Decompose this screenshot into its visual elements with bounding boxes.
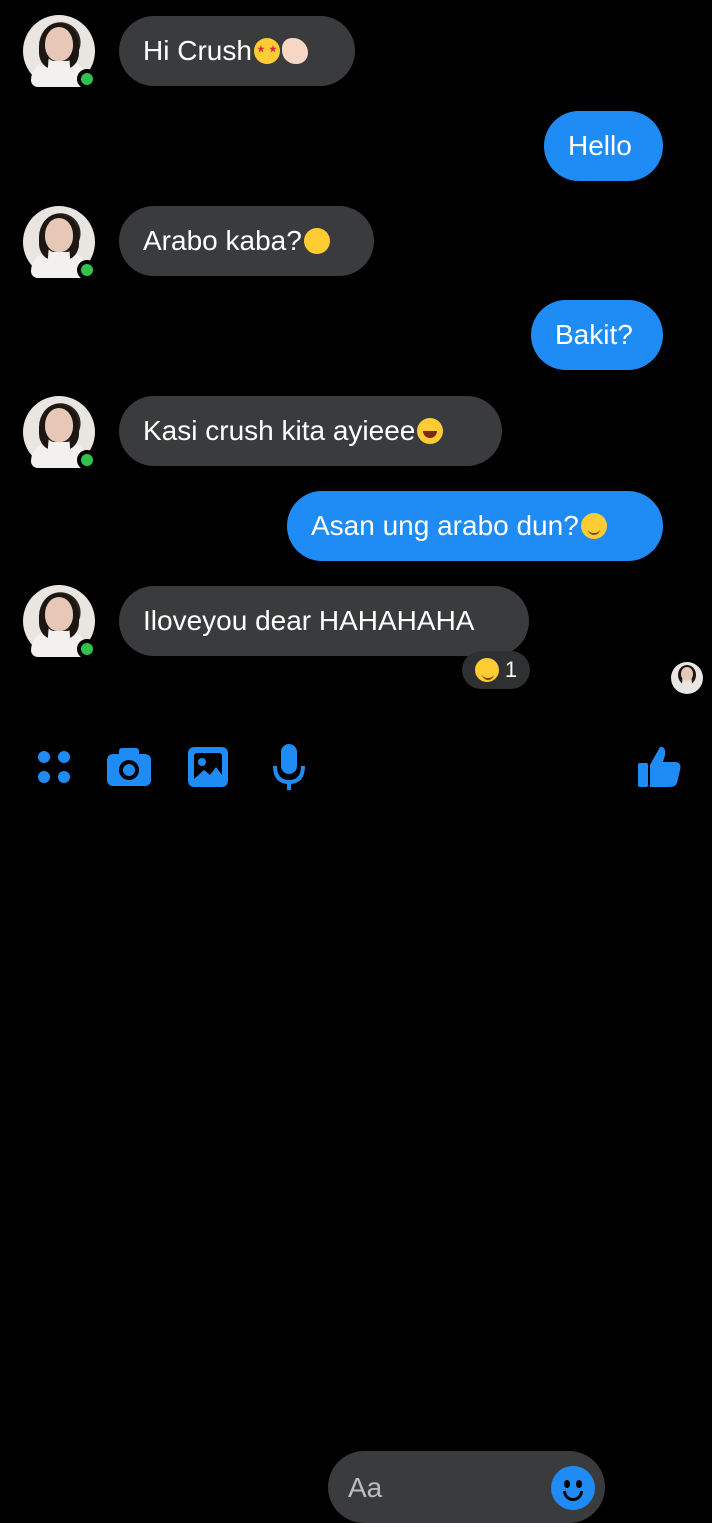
like-button[interactable] <box>635 742 685 792</box>
message-input[interactable] <box>346 1469 520 1507</box>
outgoing-message-bubble[interactable]: Bakit? <box>531 300 663 370</box>
smile-icon <box>563 1491 583 1501</box>
incoming-message-bubble[interactable]: Arabo kaba? <box>119 206 374 276</box>
incoming-message-bubble[interactable]: Hi Crush <box>119 16 355 86</box>
apps-icon <box>38 751 70 783</box>
incoming-message-bubble[interactable]: Kasi crush kita ayieee <box>119 396 502 466</box>
message-text: Hello <box>568 130 632 161</box>
online-status-dot <box>77 69 97 89</box>
online-status-dot <box>77 639 97 659</box>
message-text: Asan ung arabo dun? <box>311 510 579 541</box>
message-text: Arabo kaba? <box>143 225 302 256</box>
camera-icon <box>107 748 151 786</box>
microphone-icon <box>273 744 305 790</box>
message-row: Hi Crush <box>0 14 712 90</box>
contact-avatar[interactable] <box>23 206 97 280</box>
contact-avatar[interactable] <box>23 15 97 89</box>
seen-indicator-avatar <box>671 662 703 694</box>
camera-button[interactable] <box>104 742 154 792</box>
message-row: Hello <box>0 111 712 181</box>
waving-hand-emoji-icon <box>281 38 308 64</box>
message-text: Hi Crush <box>143 35 252 66</box>
thumbs-up-icon <box>638 746 681 787</box>
image-gallery-icon <box>188 747 228 787</box>
heart-eyes-emoji-icon <box>253 38 280 64</box>
message-reaction[interactable]: 1 <box>462 651 530 689</box>
online-status-dot <box>77 450 97 470</box>
outgoing-message-bubble[interactable]: Asan ung arabo dun? <box>287 491 663 561</box>
message-row: Asan ung arabo dun? <box>0 491 712 561</box>
apps-button[interactable] <box>29 742 79 792</box>
thinking-emoji-icon <box>303 228 330 254</box>
message-text: Bakit? <box>555 319 633 350</box>
message-text: Kasi crush kita ayieee <box>143 415 416 446</box>
message-toolbar <box>0 724 712 1523</box>
outgoing-message-bubble[interactable]: Hello <box>544 111 663 181</box>
gallery-button[interactable] <box>183 742 233 792</box>
relieved-emoji-icon <box>580 513 607 539</box>
emoji-button[interactable] <box>551 1466 595 1510</box>
contact-avatar[interactable] <box>23 585 97 659</box>
message-row: Arabo kaba? <box>0 205 712 281</box>
voice-message-button[interactable] <box>264 742 314 792</box>
incoming-message-bubble[interactable]: Iloveyou dear HAHAHAHA <box>119 586 529 656</box>
laughing-crying-emoji-icon <box>417 418 444 444</box>
message-row: Kasi crush kita ayieee <box>0 395 712 471</box>
message-composer[interactable] <box>328 1451 605 1523</box>
contact-avatar[interactable] <box>23 396 97 470</box>
message-text: Iloveyou dear HAHAHAHA <box>143 605 475 636</box>
grinning-sweat-emoji-icon <box>474 658 499 682</box>
message-row: Bakit? <box>0 300 712 370</box>
online-status-dot <box>77 260 97 280</box>
message-row: Iloveyou dear HAHAHAHA <box>0 584 712 660</box>
reaction-count: 1 <box>504 657 518 682</box>
